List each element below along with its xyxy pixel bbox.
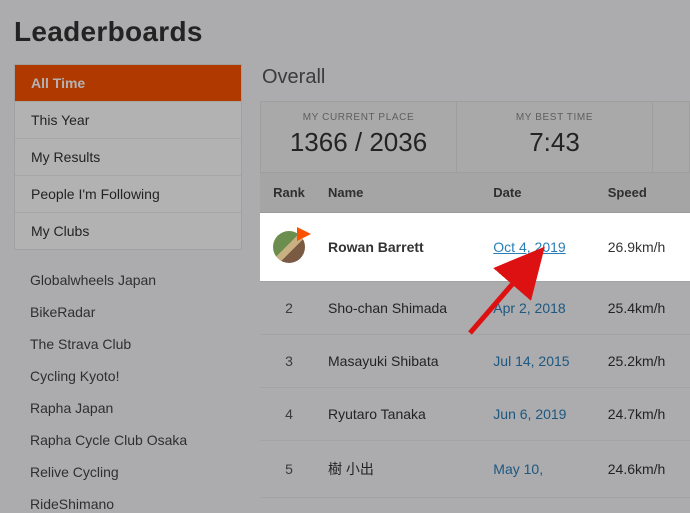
sidebar-club-item[interactable]: BikeRadar xyxy=(14,296,242,328)
sidebar-club-item[interactable]: The Strava Club xyxy=(14,328,242,360)
stat-label: MY BEST TIME xyxy=(465,112,644,123)
stat-value: A xyxy=(661,127,690,158)
col-date[interactable]: Date xyxy=(483,173,597,213)
table-row[interactable]: 5樹 小出 May 10, 24.6km/h xyxy=(260,441,690,498)
cell-date: Apr 2, 2018 xyxy=(483,282,597,335)
sidebar-club-item[interactable]: Rapha Japan xyxy=(14,392,242,424)
date-link[interactable]: May 10, xyxy=(493,461,543,477)
stat-label: MY CURRENT PLACE xyxy=(269,112,448,123)
cell-date: Oct 4, 2019 xyxy=(483,213,597,282)
sidebar-item-people-i-m-following[interactable]: People I'm Following xyxy=(15,176,241,213)
table-row[interactable]: 3Masayuki Shibata Jul 14, 2015 25.2km/h xyxy=(260,335,690,388)
sidebar-club-item[interactable]: RideShimano xyxy=(14,488,242,513)
cell-name: 樹 小出 xyxy=(318,441,483,498)
sidebar-item-this-year[interactable]: This Year xyxy=(15,102,241,139)
cell-rank: 5 xyxy=(260,441,318,498)
cell-speed: 25.2km/h xyxy=(598,335,690,388)
cell-speed: 24.7km/h xyxy=(598,388,690,441)
cell-speed: 25.4km/h xyxy=(598,282,690,335)
sidebar-item-all-time[interactable]: All Time xyxy=(15,65,241,102)
date-link[interactable]: Oct 4, 2019 xyxy=(493,239,565,255)
section-title: Overall xyxy=(262,66,690,89)
col-rank[interactable]: Rank xyxy=(260,173,318,213)
date-link[interactable]: Jul 14, 2015 xyxy=(493,353,569,369)
cell-speed: 24.6km/h xyxy=(598,441,690,498)
sidebar-club-item[interactable]: Globalwheels Japan xyxy=(14,264,242,296)
cell-rank: 2 xyxy=(260,282,318,335)
table-row[interactable]: 2Sho-chan Shimada Apr 2, 2018 25.4km/h xyxy=(260,282,690,335)
stat-value: 7:43 xyxy=(465,127,644,158)
leaderboard-table: Rank Name Date Speed Rowan Barrett Oct 4,… xyxy=(260,173,690,498)
cell-rank: 3 xyxy=(260,335,318,388)
sidebar-club-item[interactable]: Rapha Cycle Club Osaka xyxy=(14,424,242,456)
table-row[interactable]: Rowan Barrett Oct 4, 2019 26.9km/h xyxy=(260,213,690,282)
col-speed[interactable]: Speed xyxy=(598,173,690,213)
avatar xyxy=(273,231,305,263)
stat-value: 1366 / 2036 xyxy=(269,127,448,158)
stat-current-place: MY CURRENT PLACE 1366 / 2036 xyxy=(261,102,457,172)
table-row[interactable]: 4Ryutaro Tanaka Jun 6, 2019 24.7km/h xyxy=(260,388,690,441)
cell-rank xyxy=(260,213,318,282)
main: Overall MY CURRENT PLACE 1366 / 2036 MY … xyxy=(260,64,690,498)
cell-rank: 4 xyxy=(260,388,318,441)
col-name[interactable]: Name xyxy=(318,173,483,213)
cell-speed: 26.9km/h xyxy=(598,213,690,282)
chevron-icon xyxy=(297,227,311,241)
sidebar-club-item[interactable]: Relive Cycling xyxy=(14,456,242,488)
cell-date: Jun 6, 2019 xyxy=(483,388,597,441)
cell-name: Masayuki Shibata xyxy=(318,335,483,388)
cell-name: Rowan Barrett xyxy=(318,213,483,282)
date-link[interactable]: Apr 2, 2018 xyxy=(493,300,565,316)
date-link[interactable]: Jun 6, 2019 xyxy=(493,406,566,422)
sidebar-item-my-results[interactable]: My Results xyxy=(15,139,241,176)
cell-date: May 10, xyxy=(483,441,597,498)
cell-name: Ryutaro Tanaka xyxy=(318,388,483,441)
sidebar-item-my-clubs[interactable]: My Clubs xyxy=(15,213,241,249)
cell-name: Sho-chan Shimada xyxy=(318,282,483,335)
sidebar: All TimeThis YearMy ResultsPeople I'm Fo… xyxy=(14,64,242,513)
cell-date: Jul 14, 2015 xyxy=(483,335,597,388)
page-title: Leaderboards xyxy=(14,16,690,48)
sidebar-club-item[interactable]: Cycling Kyoto! xyxy=(14,360,242,392)
stat-label xyxy=(661,112,690,123)
sidebar-clubs-group: Globalwheels JapanBikeRadarThe Strava Cl… xyxy=(14,264,242,513)
table-header-row: Rank Name Date Speed xyxy=(260,173,690,213)
stat-best-time: MY BEST TIME 7:43 xyxy=(457,102,653,172)
stats-bar: MY CURRENT PLACE 1366 / 2036 MY BEST TIM… xyxy=(260,101,690,173)
sidebar-scoped-group: All TimeThis YearMy ResultsPeople I'm Fo… xyxy=(14,64,242,250)
stat-third: A xyxy=(653,102,690,172)
